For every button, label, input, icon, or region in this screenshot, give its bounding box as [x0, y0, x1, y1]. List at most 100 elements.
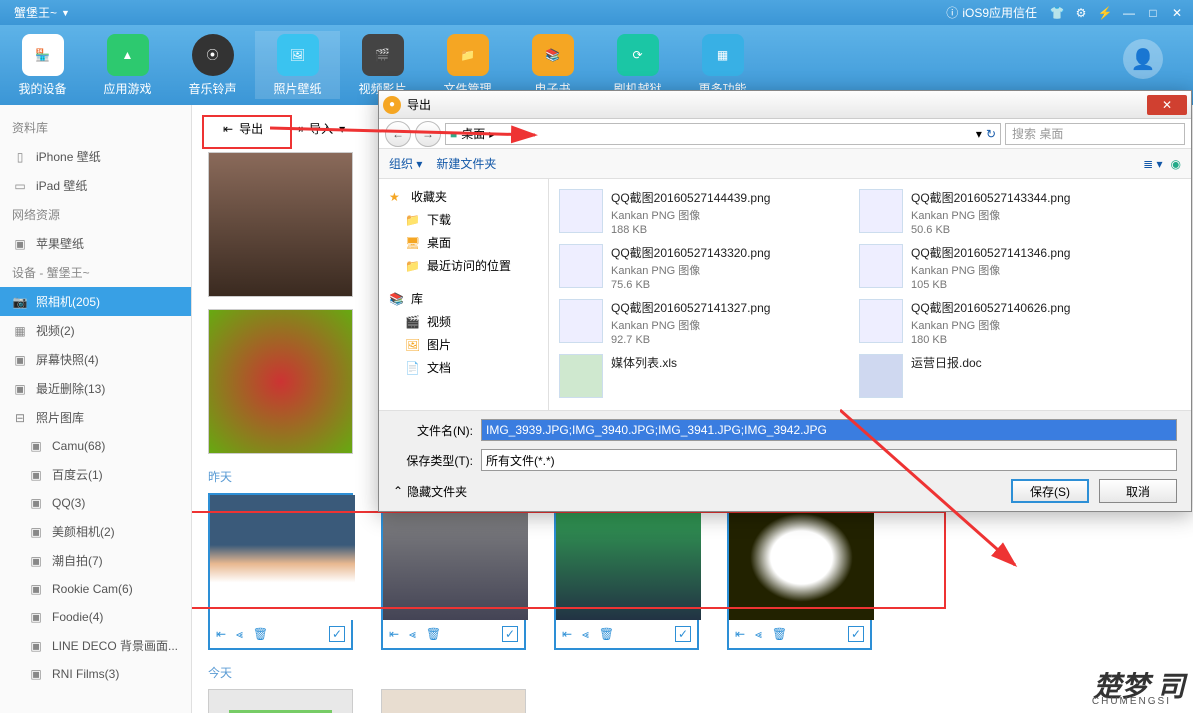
close-icon[interactable]: ✕ — [1169, 5, 1185, 21]
photo-thumb[interactable] — [381, 689, 526, 713]
filename-input[interactable]: IMG_3939.JPG;IMG_3940.JPG;IMG_3941.JPG;I… — [481, 419, 1177, 441]
sidebar-sub-chao[interactable]: ▣潮自拍(7) — [0, 546, 191, 575]
sidebar-apple-wallpaper[interactable]: ▣苹果壁纸 — [0, 229, 191, 258]
tree-pictures[interactable]: 🖼图片 — [385, 333, 542, 356]
delete-icon[interactable]: 🗑 — [772, 627, 787, 641]
maximize-icon[interactable]: □ — [1145, 5, 1161, 21]
view-options-icon[interactable]: ≣ ▾ — [1143, 157, 1162, 171]
delete-icon[interactable]: 🗑 — [599, 627, 614, 641]
file-item[interactable]: 媒体列表.xls — [555, 350, 855, 402]
save-button[interactable]: 保存(S) — [1011, 479, 1089, 503]
photo-thumb-selected[interactable]: ⇤ ⪡ 🗑 ✓ — [727, 493, 872, 650]
tree-libraries[interactable]: 📚库 — [385, 287, 542, 310]
user-avatar-icon[interactable]: 👤 — [1123, 39, 1163, 79]
photo-thumb[interactable] — [208, 309, 353, 454]
sidebar-photo-library[interactable]: ⊟照片图库 — [0, 403, 191, 432]
search-input[interactable]: 搜索 桌面 — [1005, 123, 1185, 145]
tree-recent[interactable]: 📁最近访问的位置 — [385, 254, 542, 277]
image-icon: ▣ — [12, 236, 28, 252]
sidebar-video[interactable]: ▦视频(2) — [0, 316, 191, 345]
new-folder-button[interactable]: 新建文件夹 — [436, 155, 496, 172]
export-icon[interactable]: ⇤ — [562, 627, 572, 641]
help-icon[interactable]: ◉ — [1171, 157, 1181, 171]
sidebar-sub-camu[interactable]: ▣Camu(68) — [0, 432, 191, 460]
back-button[interactable]: ← — [385, 121, 411, 147]
refresh-icon[interactable]: ↻ — [986, 127, 996, 141]
photo-thumb-selected[interactable]: ⇤ ⪡ 🗑 ✓ — [381, 493, 526, 650]
settings-icon[interactable]: ⚙ — [1073, 5, 1089, 21]
checkbox-icon[interactable]: ✓ — [848, 626, 864, 642]
hide-folders-toggle[interactable]: ⌃隐藏文件夹 — [393, 483, 467, 500]
file-item[interactable]: QQ截图20160527141327.pngKankan PNG 图像92.7 … — [555, 295, 855, 350]
file-item[interactable]: QQ截图20160527143344.pngKankan PNG 图像50.6 … — [855, 185, 1155, 240]
tab-photos[interactable]: 🖼照片壁纸 — [255, 31, 340, 99]
sidebar-camera[interactable]: 📷照相机(205) — [0, 287, 191, 316]
share-icon[interactable]: ⪡ — [582, 627, 589, 642]
file-item[interactable]: QQ截图20160527140626.pngKankan PNG 图像180 K… — [855, 295, 1155, 350]
export-button[interactable]: ⇤导出 — [208, 113, 278, 144]
sidebar-screenshot[interactable]: ▣屏幕快照(4) — [0, 345, 191, 374]
png-icon — [559, 244, 603, 288]
sidebar-recent-delete[interactable]: ▣最近删除(13) — [0, 374, 191, 403]
tab-my-device[interactable]: 🏪我的设备 — [0, 31, 85, 99]
file-item[interactable]: 运营日报.doc — [855, 350, 1155, 402]
cancel-button[interactable]: 取消 — [1099, 479, 1177, 503]
path-bar[interactable]: ■ 桌面 ▸ ▾ ↻ — [445, 123, 1001, 145]
skin-icon[interactable]: 👕 — [1049, 5, 1065, 21]
dialog-close-button[interactable]: ✕ — [1147, 95, 1187, 115]
export-icon[interactable]: ⇤ — [389, 627, 399, 641]
delete-icon[interactable]: 🗑 — [426, 627, 441, 641]
sidebar-sub-rookie[interactable]: ▣Rookie Cam(6) — [0, 575, 191, 603]
sidebar-sub-rni[interactable]: ▣RNI Films(3) — [0, 660, 191, 688]
tree-videos[interactable]: 🎬视频 — [385, 310, 542, 333]
photo-thumb[interactable] — [208, 689, 353, 713]
photo-thumb-selected[interactable]: ⇤ ⪡ 🗑 ✓ — [208, 493, 353, 650]
export-icon[interactable]: ⇤ — [735, 627, 745, 641]
checkbox-icon[interactable]: ✓ — [502, 626, 518, 642]
tab-files[interactable]: 📁文件管理 — [425, 31, 510, 99]
dropdown-icon[interactable]: ▾ — [976, 127, 982, 141]
share-icon[interactable]: ⪡ — [236, 627, 243, 642]
sidebar-iphone-wallpaper[interactable]: ▯iPhone 壁纸 — [0, 142, 191, 171]
tree-downloads[interactable]: 📁下载 — [385, 208, 542, 231]
delete-icon[interactable]: 🗑 — [253, 627, 268, 641]
minimize-icon[interactable]: — — [1121, 5, 1137, 21]
tab-ebook[interactable]: 📚电子书 — [510, 31, 595, 99]
ios-trust-button[interactable]: ⓘ iOS9应用信任 — [946, 4, 1037, 21]
tab-more[interactable]: ▦更多功能 — [680, 31, 765, 99]
file-item[interactable]: QQ截图20160527143320.pngKankan PNG 图像75.6 … — [555, 240, 855, 295]
export-icon[interactable]: ⇤ — [216, 627, 226, 641]
picture-icon: 🖼 — [405, 338, 421, 352]
tab-music[interactable]: ⦿音乐铃声 — [170, 31, 255, 99]
tree-documents[interactable]: 📄文档 — [385, 356, 542, 379]
tab-jailbreak[interactable]: ⟳刷机越狱 — [595, 31, 680, 99]
file-item[interactable]: QQ截图20160527144439.pngKankan PNG 图像188 K… — [555, 185, 855, 240]
share-icon[interactable]: ⪡ — [409, 627, 416, 642]
app-title: 蟹堡王~ — [14, 4, 57, 21]
organize-button[interactable]: 组织 ▾ — [389, 155, 422, 172]
sidebar-sub-beauty[interactable]: ▣美颜相机(2) — [0, 517, 191, 546]
share-icon[interactable]: ⪡ — [755, 627, 762, 642]
dropdown-icon: ▾ — [339, 122, 345, 136]
sidebar-sub-qq[interactable]: ▣QQ(3) — [0, 489, 191, 517]
file-item[interactable]: QQ截图20160527141346.pngKankan PNG 图像105 K… — [855, 240, 1155, 295]
photo-thumb-selected[interactable]: ⇤ ⪡ 🗑 ✓ — [554, 493, 699, 650]
tab-apps[interactable]: ▲应用游戏 — [85, 31, 170, 99]
import-button[interactable]: ⇥导入▾ — [278, 113, 360, 144]
title-bar: 蟹堡王~ ▼ ⓘ iOS9应用信任 👕 ⚙ ⚡ — □ ✕ — [0, 0, 1193, 25]
sidebar-ipad-wallpaper[interactable]: ▭iPad 壁纸 — [0, 171, 191, 200]
checkbox-icon[interactable]: ✓ — [675, 626, 691, 642]
sidebar-sub-baidu[interactable]: ▣百度云(1) — [0, 460, 191, 489]
title-dropdown-icon[interactable]: ▼ — [61, 8, 70, 18]
photo-thumb[interactable] — [208, 152, 353, 297]
forward-button[interactable]: → — [415, 121, 441, 147]
tree-favorites[interactable]: ★收藏夹 — [385, 185, 542, 208]
tree-desktop[interactable]: 🖥桌面 — [385, 231, 542, 254]
filetype-select[interactable]: 所有文件(*.*) — [481, 449, 1177, 471]
sidebar-sub-foodie[interactable]: ▣Foodie(4) — [0, 603, 191, 631]
feedback-icon[interactable]: ⚡ — [1097, 5, 1113, 21]
sidebar-sub-linedeco[interactable]: ▣LINE DECO 背景画面... — [0, 631, 191, 660]
png-icon — [859, 189, 903, 233]
checkbox-icon[interactable]: ✓ — [329, 626, 345, 642]
tab-video[interactable]: 🎬视频影片 — [340, 31, 425, 99]
